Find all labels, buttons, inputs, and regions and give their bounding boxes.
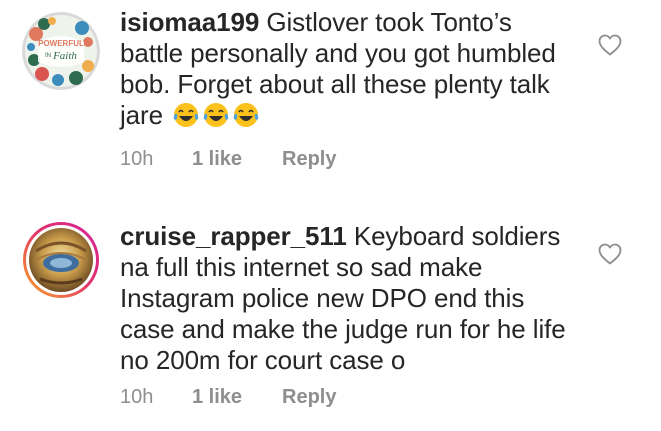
comment-meta: 10h 1 like Reply	[120, 385, 336, 409]
comment-likes-count[interactable]: 1 like	[192, 385, 282, 409]
comment-body: cruise_rapper_511 Keyboard soldiers na f…	[120, 221, 570, 376]
like-heart-icon[interactable]	[597, 242, 623, 266]
avatar-text-1: POWERFUL	[38, 39, 84, 48]
comment-body: isiomaa199 Gistlover took Tonto’s battle…	[120, 7, 570, 135]
comment-item: POWERFUL IN Faith isiomaa199 Gistlover t…	[0, 0, 661, 200]
reply-button[interactable]: Reply	[282, 147, 336, 171]
tears-of-joy-emoji-icon	[232, 102, 260, 135]
comment-username[interactable]: isiomaa199	[120, 7, 259, 37]
tears-of-joy-emoji-icon	[172, 102, 200, 135]
avatar-text-3: Faith	[52, 50, 77, 62]
avatar[interactable]: POWERFUL IN Faith	[22, 12, 100, 90]
avatar[interactable]	[22, 221, 100, 299]
like-heart-icon[interactable]	[597, 33, 623, 57]
avatar-image: POWERFUL IN Faith	[22, 12, 100, 90]
comment-username[interactable]: cruise_rapper_511	[120, 221, 347, 251]
avatar-image	[23, 222, 99, 298]
comment-item: cruise_rapper_511 Keyboard soldiers na f…	[0, 200, 661, 431]
avatar-text-2: IN	[45, 53, 51, 59]
tears-of-joy-emoji-icon	[202, 102, 230, 135]
comment-likes-count[interactable]: 1 like	[192, 147, 282, 171]
comment-meta: 10h 1 like Reply	[120, 147, 336, 171]
comment-time: 10h	[120, 386, 154, 408]
comment-time: 10h	[120, 148, 154, 170]
reply-button[interactable]: Reply	[282, 385, 336, 409]
